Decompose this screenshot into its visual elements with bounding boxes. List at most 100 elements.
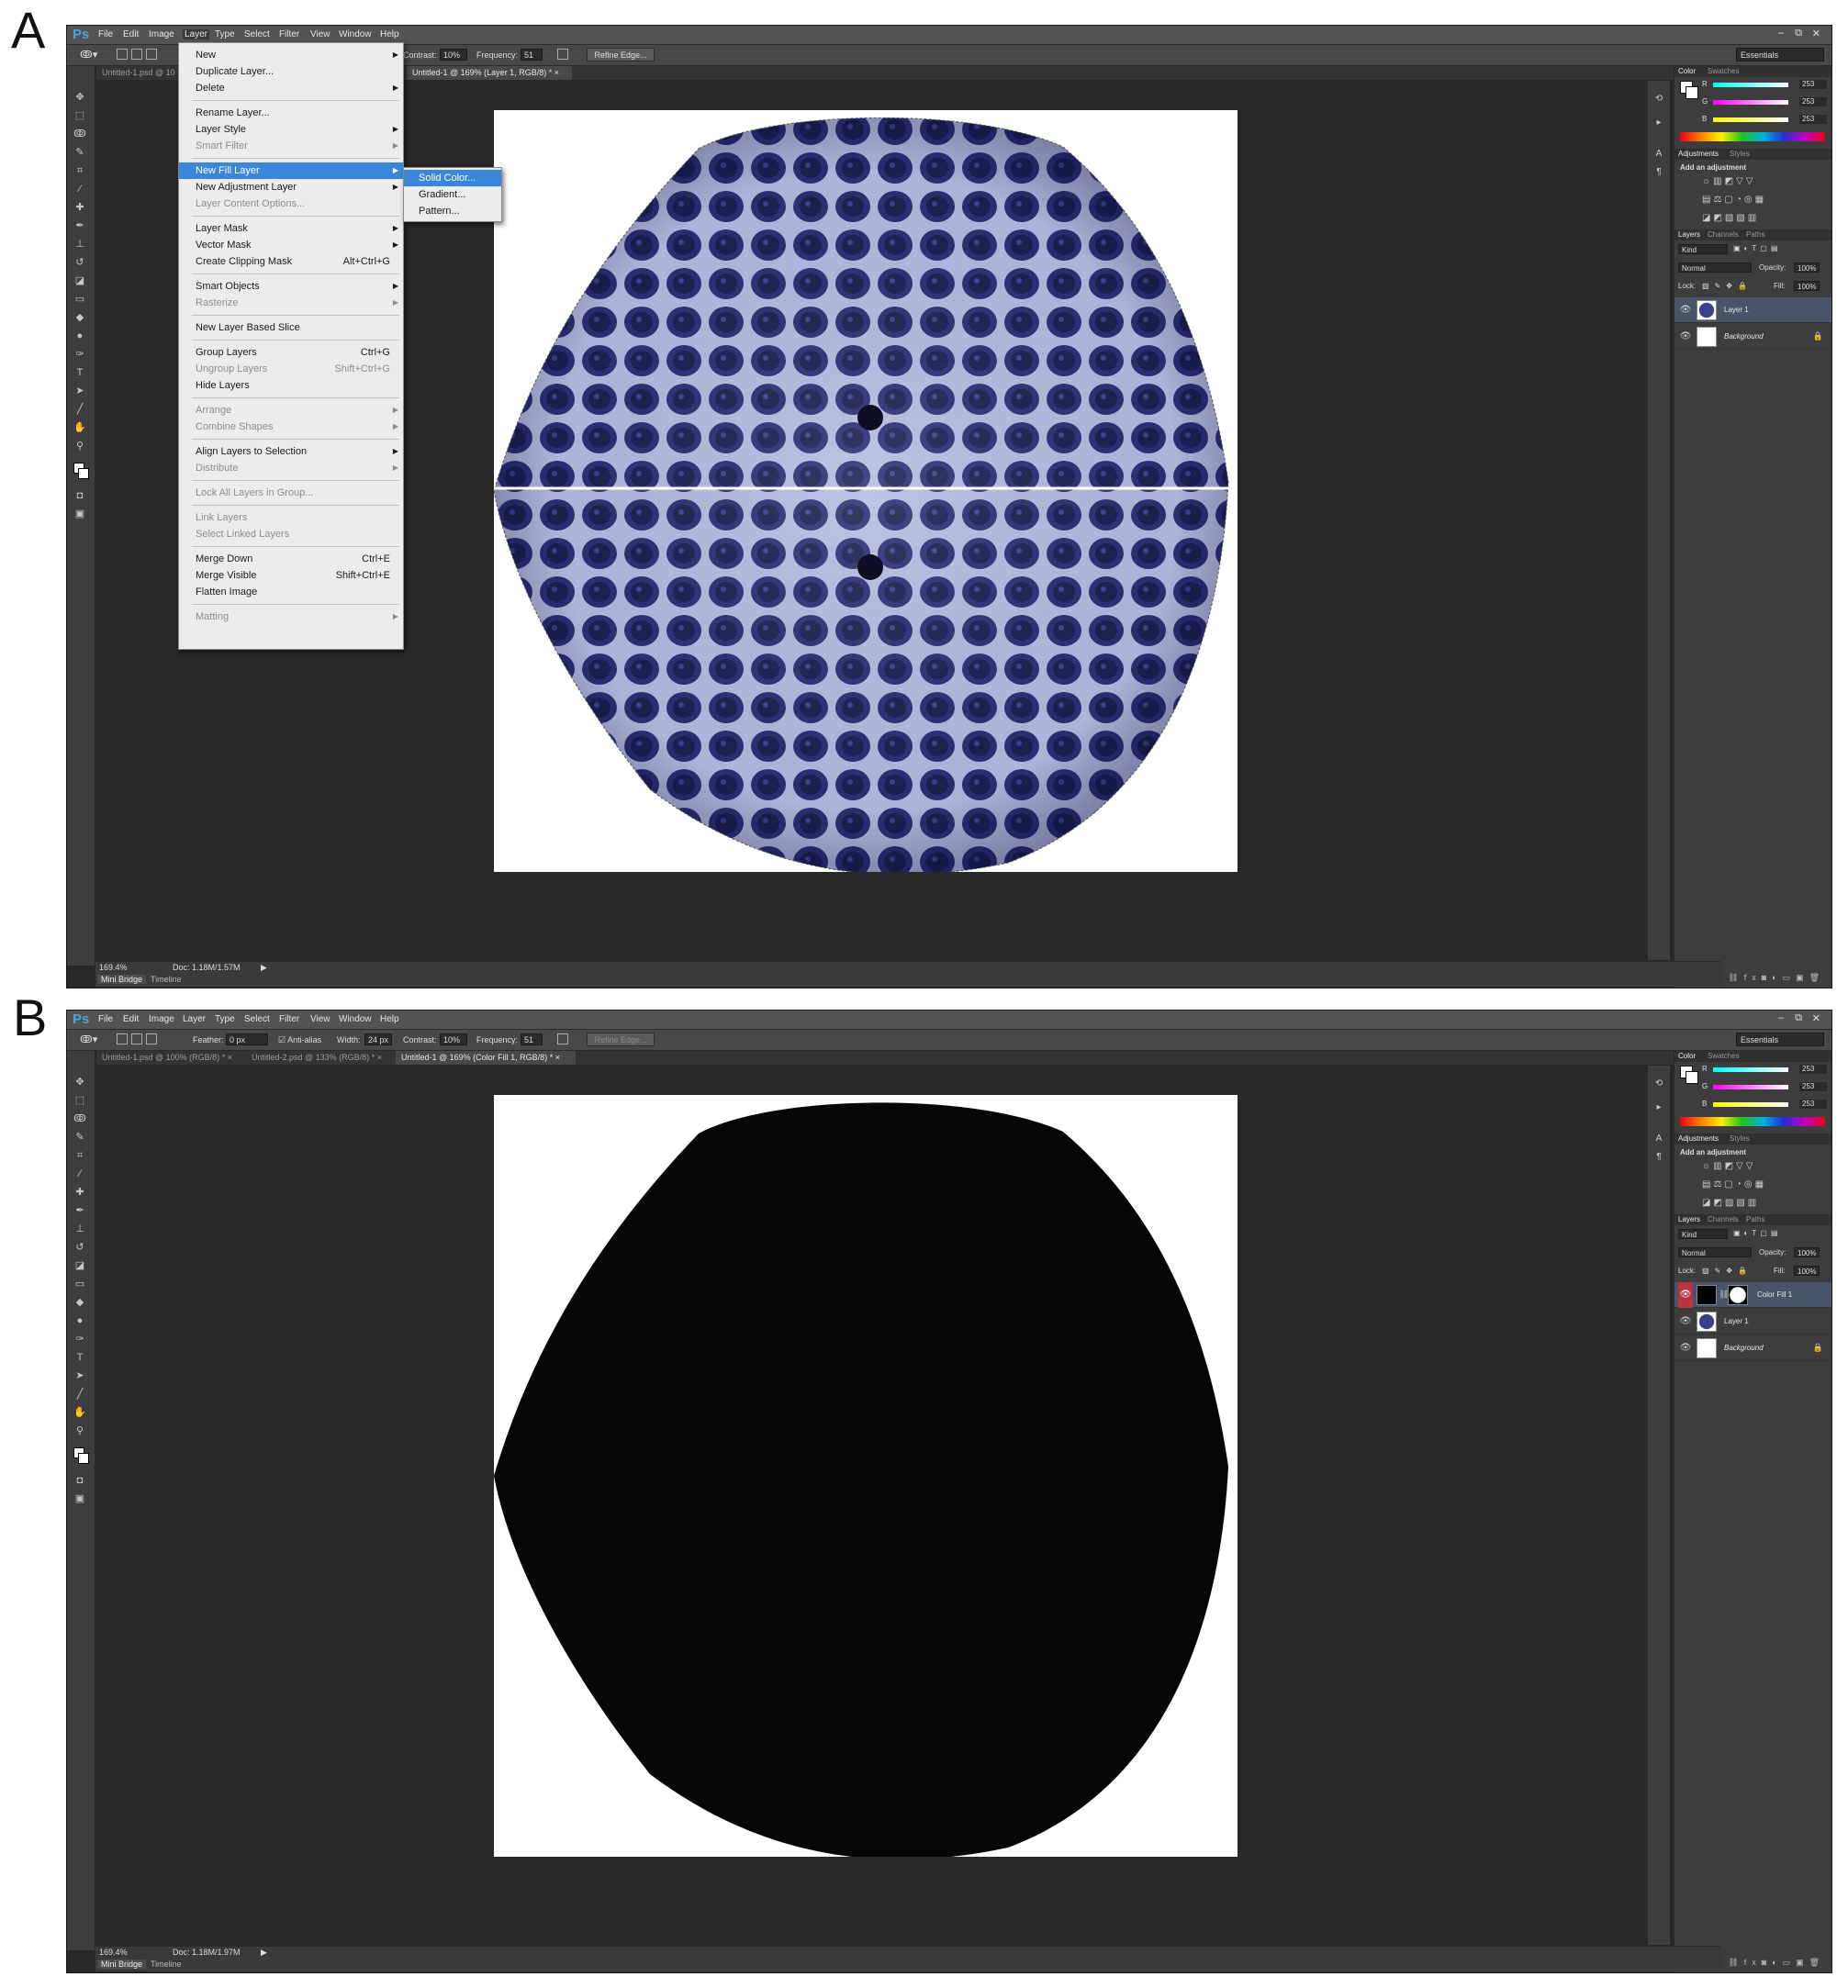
zoom-level[interactable]: 169.4% bbox=[99, 963, 128, 972]
gradient-tool-icon[interactable]: ▭ bbox=[73, 294, 86, 305]
kind-filter[interactable]: Kind bbox=[1678, 244, 1728, 254]
layer-menu-item[interactable]: Duplicate Layer... bbox=[179, 63, 403, 80]
add-selection-icon[interactable] bbox=[131, 49, 142, 60]
add-selection-icon[interactable] bbox=[131, 1033, 142, 1044]
workspace-select[interactable]: Essentials bbox=[1736, 48, 1824, 61]
restore-button[interactable]: ⧉ bbox=[1795, 1012, 1802, 1024]
lock-icons[interactable]: ▨✎✥🔒 bbox=[1702, 1267, 1753, 1275]
subtract-selection-icon[interactable] bbox=[146, 49, 157, 60]
lock-icons[interactable]: ▨✎✥🔒 bbox=[1702, 282, 1753, 290]
layer-menu-item[interactable]: Vector Mask ▶ bbox=[179, 237, 403, 253]
blend-mode-select[interactable]: Normal bbox=[1678, 262, 1752, 273]
brush-tool-icon[interactable]: ✒ bbox=[73, 1205, 86, 1216]
layer-menu-item[interactable]: Hide Layers bbox=[179, 377, 403, 394]
visibility-eye-icon[interactable]: 👁 bbox=[1678, 1309, 1693, 1335]
refine-edge-button[interactable]: Refine Edge... bbox=[587, 1033, 655, 1046]
eyedropper-icon[interactable]: ⁄ bbox=[73, 184, 86, 195]
tab-layers[interactable]: Layers bbox=[1678, 1215, 1700, 1223]
layer-name[interactable]: Layer 1 bbox=[1724, 1317, 1749, 1325]
menu-type[interactable]: Type bbox=[215, 29, 235, 39]
marquee-tool-icon[interactable]: ⬚ bbox=[73, 1095, 86, 1106]
actions-icon[interactable]: ▸ bbox=[1653, 1102, 1664, 1113]
opacity-field[interactable]: 100% bbox=[1794, 262, 1820, 273]
pen-pressure-icon[interactable] bbox=[557, 49, 568, 60]
refine-edge-button[interactable]: Refine Edge... bbox=[587, 48, 655, 61]
tab-mini-bridge[interactable]: Mini Bridge bbox=[97, 1960, 147, 1969]
eraser-tool-icon[interactable]: ◪ bbox=[73, 1260, 86, 1271]
frequency-field[interactable]: 51 bbox=[521, 1033, 543, 1045]
adjustment-icons-row-1[interactable]: ☼▥◩▽▽ bbox=[1702, 176, 1812, 186]
menu-window[interactable]: Window bbox=[339, 29, 372, 39]
blend-mode-select[interactable]: Normal bbox=[1678, 1247, 1752, 1257]
eraser-tool-icon[interactable]: ◪ bbox=[73, 275, 86, 286]
path-select-icon[interactable]: ➤ bbox=[73, 1370, 86, 1381]
layer-menu-item[interactable]: Align Layers to Selection ▶ bbox=[179, 443, 403, 460]
red-value[interactable]: 253 bbox=[1799, 80, 1827, 89]
lasso-tool-icon[interactable]: ↂ▾ bbox=[80, 49, 97, 61]
tab-channels[interactable]: Channels bbox=[1708, 230, 1739, 239]
frequency-field[interactable]: 51 bbox=[521, 49, 543, 61]
layer-menu-item[interactable]: Layer Mask ▶ bbox=[179, 220, 403, 237]
status-arrow-icon[interactable]: ▶ bbox=[261, 963, 267, 973]
tab-timeline[interactable]: Timeline bbox=[147, 975, 185, 984]
menu-filter[interactable]: Filter bbox=[279, 29, 299, 39]
line-tool-icon[interactable]: ╱ bbox=[73, 1389, 86, 1400]
document-canvas[interactable] bbox=[494, 1095, 1238, 1857]
visibility-eye-icon[interactable]: 👁 bbox=[1678, 1335, 1693, 1361]
pen-tool-icon[interactable]: ✑ bbox=[73, 349, 86, 360]
status-arrow-icon[interactable]: ▶ bbox=[261, 1948, 267, 1958]
color-spectrum[interactable] bbox=[1680, 132, 1825, 141]
background-color-icon[interactable] bbox=[1686, 86, 1698, 99]
opacity-field[interactable]: 100% bbox=[1794, 1247, 1820, 1257]
fill-submenu-item[interactable]: Pattern... bbox=[404, 203, 501, 219]
history-brush-icon[interactable]: ↺ bbox=[73, 257, 86, 268]
stamp-tool-icon[interactable]: ⊥ bbox=[73, 239, 86, 250]
background-color-icon[interactable] bbox=[1686, 1071, 1698, 1084]
character-icon[interactable]: A bbox=[1653, 1134, 1664, 1145]
blue-slider[interactable]: B 253 bbox=[1702, 115, 1831, 126]
layer-row-background[interactable]: 👁 Background 🔒 bbox=[1674, 324, 1831, 350]
history-icon[interactable]: ⟲ bbox=[1653, 94, 1664, 105]
close-tab-icon[interactable]: × bbox=[555, 1053, 560, 1062]
pen-pressure-icon[interactable] bbox=[557, 1033, 568, 1044]
document-canvas[interactable] bbox=[494, 110, 1238, 872]
dodge-tool-icon[interactable]: ● bbox=[73, 1315, 86, 1326]
quick-select-icon[interactable]: ✎ bbox=[73, 1132, 86, 1143]
red-value[interactable]: 253 bbox=[1799, 1065, 1827, 1074]
gradient-tool-icon[interactable]: ▭ bbox=[73, 1279, 86, 1290]
fill-submenu-item[interactable]: Gradient... bbox=[404, 186, 501, 203]
stamp-tool-icon[interactable]: ⊥ bbox=[73, 1223, 86, 1234]
visibility-eye-icon[interactable]: 👁 bbox=[1678, 324, 1693, 350]
blue-value[interactable]: 253 bbox=[1799, 115, 1827, 124]
hand-tool-icon[interactable]: ✋ bbox=[73, 422, 86, 433]
menu-view[interactable]: View bbox=[310, 29, 330, 39]
history-brush-icon[interactable]: ↺ bbox=[73, 1242, 86, 1253]
tab-paths[interactable]: Paths bbox=[1746, 1215, 1764, 1223]
screen-mode-icon[interactable]: ▣ bbox=[73, 1493, 86, 1504]
feather-field[interactable]: 0 px bbox=[226, 1033, 268, 1045]
tab-swatches[interactable]: Swatches bbox=[1708, 1052, 1740, 1060]
contrast-field[interactable]: 10% bbox=[440, 1033, 467, 1045]
red-slider[interactable]: R 253 bbox=[1702, 1065, 1831, 1076]
layer-menu-item[interactable]: Group Layers Ctrl+G bbox=[179, 344, 403, 361]
quick-mask-icon[interactable]: ◘ bbox=[73, 1475, 86, 1486]
close-tab-icon[interactable]: × bbox=[554, 68, 559, 77]
close-window-button[interactable]: ✕ bbox=[1812, 1012, 1820, 1024]
adjustment-icons-row-3[interactable]: ◪◩▨▧▥ bbox=[1702, 213, 1812, 223]
type-tool-icon[interactable]: T bbox=[73, 367, 86, 378]
layer-row-layer-1[interactable]: 👁 Layer 1 bbox=[1674, 297, 1831, 323]
menu-file[interactable]: File bbox=[98, 1014, 113, 1024]
doc-tab[interactable]: Untitled-1.psd @ 100% (RGB/8) * × bbox=[96, 1051, 243, 1065]
tab-color[interactable]: Color bbox=[1678, 1052, 1696, 1060]
green-slider[interactable]: G 253 bbox=[1702, 97, 1831, 108]
minimize-button[interactable]: – bbox=[1778, 1012, 1784, 1023]
tab-mini-bridge[interactable]: Mini Bridge bbox=[97, 975, 147, 984]
workspace-select[interactable]: Essentials bbox=[1736, 1033, 1824, 1046]
layer-name[interactable]: Layer 1 bbox=[1724, 306, 1749, 314]
healing-brush-icon[interactable]: ✚ bbox=[73, 202, 86, 213]
tab-styles[interactable]: Styles bbox=[1730, 1134, 1750, 1143]
layer-name[interactable]: Background bbox=[1724, 1344, 1764, 1352]
lasso-tool-icon[interactable]: ↂ bbox=[73, 1113, 86, 1124]
quick-select-icon[interactable]: ✎ bbox=[73, 147, 86, 158]
layer-menu-item[interactable]: New ▶ bbox=[179, 47, 403, 63]
